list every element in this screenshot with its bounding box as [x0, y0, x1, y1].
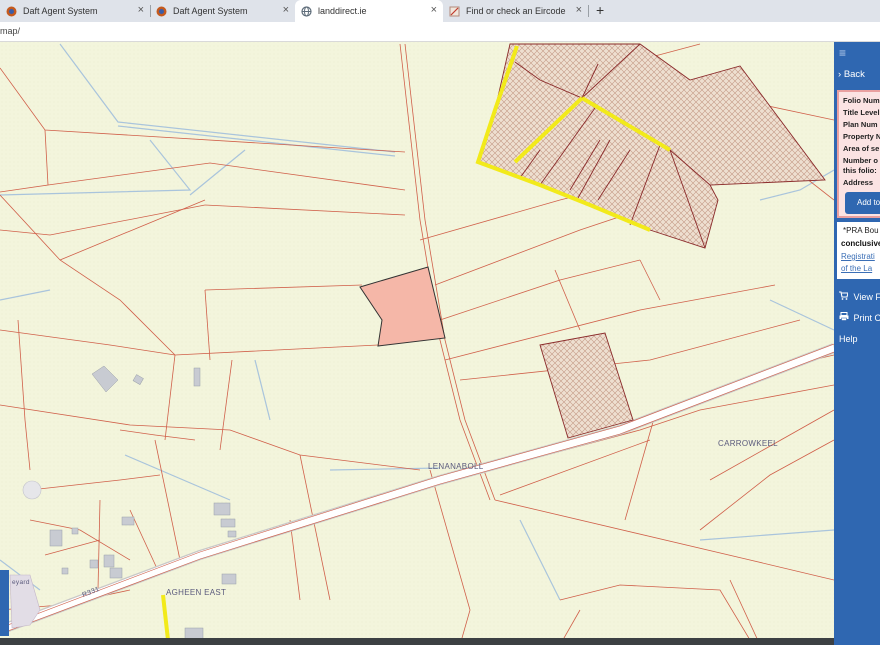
- horizontal-scrollbar[interactable]: [0, 638, 834, 645]
- tab-close-icon[interactable]: ×: [138, 4, 144, 16]
- property-number-label: Property N: [843, 132, 880, 141]
- map-label-agheen-east: AGHEEN EAST: [166, 588, 227, 597]
- map-label-carrowkeel: CARROWKEEL: [718, 439, 778, 448]
- back-button[interactable]: › Back: [838, 69, 865, 80]
- folio-number-label: Folio Num: [843, 96, 880, 105]
- plan-number-label: Plan Num: [843, 120, 878, 129]
- view-folio-label: View F: [853, 292, 880, 302]
- boundary-notice: *PRA Bou conclusive Registrati of the La: [837, 222, 880, 279]
- tab-close-icon[interactable]: ×: [576, 4, 582, 16]
- tab-title: Daft Agent System: [173, 6, 248, 16]
- eircode-favicon-icon: [449, 6, 460, 17]
- daft-favicon-icon: [156, 6, 167, 17]
- number-of-plans-label: Number o: [843, 156, 879, 165]
- globe-favicon-icon: [301, 5, 312, 17]
- tab-close-icon[interactable]: ×: [283, 4, 289, 16]
- menu-icon[interactable]: ≡: [839, 46, 846, 60]
- map-label-fragment: eyard: [12, 579, 30, 586]
- url-text: map/: [0, 26, 21, 36]
- tab-title: landdirect.ie: [318, 6, 367, 16]
- help-link[interactable]: Help: [839, 334, 858, 344]
- map-control-strip[interactable]: [0, 570, 9, 636]
- registration-link-continued[interactable]: of the La: [841, 264, 872, 273]
- address-bar[interactable]: map/: [0, 22, 880, 42]
- registration-link[interactable]: Registrati: [841, 252, 875, 261]
- chevron-right-icon: ›: [838, 69, 842, 80]
- folio-side-panel: ≡ › Back Folio Num Title Level Plan Num …: [834, 42, 880, 645]
- roundabout-area: [22, 480, 42, 500]
- address-label: Address: [843, 178, 874, 187]
- map-label-lenanaboll: LENANABOLL: [428, 462, 484, 471]
- tab-daft-agent-1[interactable]: Daft Agent System ×: [0, 0, 150, 22]
- back-label: Back: [843, 69, 865, 80]
- cart-icon: [839, 291, 851, 302]
- tab-landdirect[interactable]: landdirect.ie ×: [295, 0, 443, 22]
- map-drawing: [0, 42, 834, 645]
- new-tab-button[interactable]: +: [596, 2, 604, 18]
- tab-close-icon[interactable]: ×: [431, 4, 437, 16]
- notice-text: *PRA Bou: [843, 226, 879, 235]
- print-icon: [839, 312, 851, 323]
- tab-title: Find or check an Eircode: [466, 6, 566, 16]
- notice-bold-text: conclusive: [841, 239, 880, 248]
- tab-eircode[interactable]: Find or check an Eircode ×: [443, 0, 588, 22]
- view-folio-link[interactable]: View F: [839, 291, 880, 302]
- folio-info-box: Folio Num Title Level Plan Num Property …: [837, 90, 880, 218]
- tab-title: Daft Agent System: [23, 6, 98, 16]
- daft-favicon-icon: [6, 6, 17, 17]
- print-label: Print O: [853, 313, 880, 323]
- map-canvas[interactable]: LENANABOLL CARROWKEEL AGHEEN EAST R331 e…: [0, 42, 834, 645]
- this-folio-label: this folio:: [843, 166, 877, 175]
- tab-daft-agent-2[interactable]: Daft Agent System ×: [150, 0, 295, 22]
- add-to-cart-button[interactable]: Add to: [845, 192, 880, 214]
- browser-tab-strip: Daft Agent System × Daft Agent System × …: [0, 0, 880, 22]
- title-level-label: Title Level: [843, 108, 880, 117]
- area-label: Area of se: [843, 144, 880, 153]
- tab-divider: [588, 5, 589, 17]
- print-link[interactable]: Print O: [839, 312, 880, 323]
